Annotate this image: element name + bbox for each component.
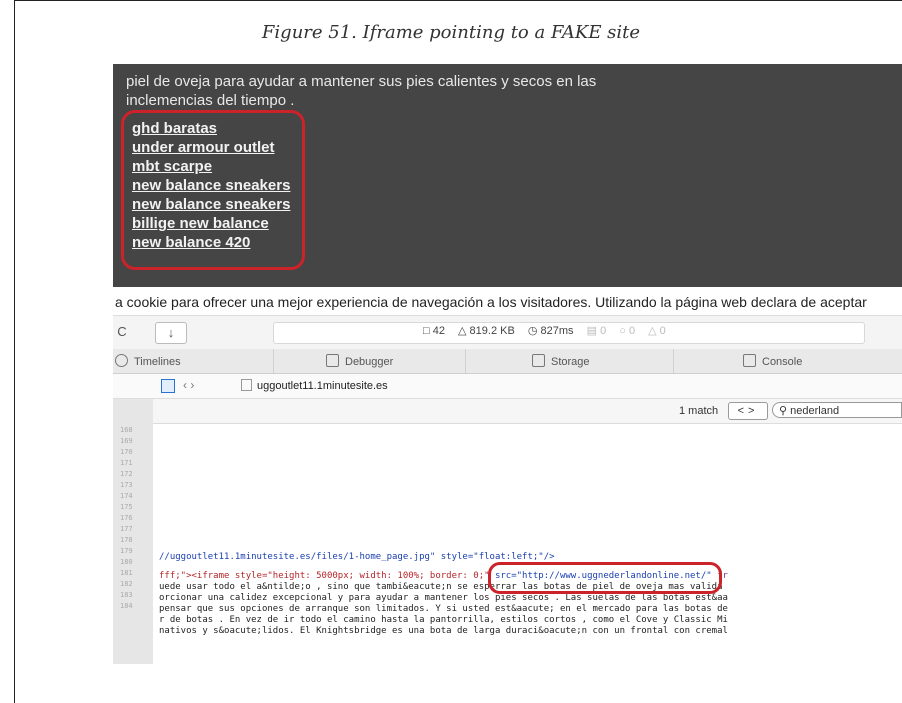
load-time: ◷ 827ms [527,325,574,337]
line-number: 170 [120,448,133,456]
source-code: 168 169 170 171 172 173 174 175 176 177 … [120,424,902,664]
clock-icon [115,354,128,367]
figure-caption: Figure 51. Iframe pointing to a FAKE sit… [261,22,641,43]
page-text-line: piel de oveja para ayudar a mantener sus… [126,73,597,90]
code-line-img: //uggoutlet11.1minutesite.es/files/1-hom… [159,552,555,562]
line-number: 174 [120,492,133,500]
code-line: nativos y s&oacute;lidos. El Knightsbrid… [159,626,728,636]
search-icon: ⚲ [779,405,791,417]
line-number: 179 [120,547,133,555]
warning-count: △ 0 [648,325,666,337]
line-number: 184 [120,602,133,610]
code-line: orcionar una calidez excepcional y para … [159,593,728,603]
line-number: 173 [120,481,133,489]
resources-size: △ 819.2 KB [458,325,515,337]
line-number: 168 [120,426,133,434]
line-number: 177 [120,525,133,533]
tab-storage[interactable]: Storage [532,354,590,368]
highlight-ring-links [121,110,305,270]
line-number: 183 [120,591,133,599]
line-number: 171 [120,459,133,467]
devtools-toolbar: C ↓ □ 42 △ 819.2 KB ◷ 827ms ▤ 0 ○ 0 △ 0 [113,315,902,350]
line-number: 180 [120,558,133,566]
activity-stats: □ 42 △ 819.2 KB ◷ 827ms ▤ 0 ○ 0 △ 0 [423,324,676,337]
line-number: 175 [120,503,133,511]
find-bar: 1 match <> ⚲ nederland [153,399,902,424]
error-count: ○ 0 [619,325,636,337]
resource-domain[interactable]: uggoutlet11.1minutesite.es [241,379,388,392]
resources-count: □ 42 [423,325,445,337]
debugger-icon [326,354,339,367]
tab-timelines[interactable]: Timelines [115,354,181,368]
source-address-bar: ‹ › uggoutlet11.1minutesite.es [113,374,902,399]
reload-icon[interactable]: C [113,322,131,342]
page-text-line: inclemencias del tiempo . [126,92,295,109]
match-count: 1 match [679,405,719,417]
download-icon[interactable]: ↓ [155,322,187,344]
navigation-arrows[interactable]: ‹ › [183,378,194,392]
search-input[interactable]: ⚲ nederland [772,402,902,418]
log-count: ▤ 0 [586,325,607,337]
prev-next-buttons[interactable]: <> [728,402,768,420]
code-line: r de botas . En vez de ir todo el camino… [159,615,728,625]
tab-console[interactable]: Console [743,354,802,368]
cookie-notice: a cookie para ofrecer una mejor experien… [113,290,902,314]
tab-divider [273,349,274,373]
devtools-tabs: Timelines Debugger Storage Console [113,349,902,374]
line-number: 176 [120,514,133,522]
tab-divider [465,349,466,373]
tab-debugger[interactable]: Debugger [326,354,393,368]
storage-icon [532,354,545,367]
webpage-content: piel de oveja para ayudar a mantener sus… [113,64,902,287]
code-line: pensar que sus opciones de arranque son … [159,604,728,614]
console-icon [743,354,756,367]
line-number: 182 [120,580,133,588]
highlight-ring-src [488,562,722,594]
file-icon [241,379,252,391]
page-paragraph: piel de oveja para ayudar a mantener sus… [126,72,596,110]
line-number: 178 [120,536,133,544]
tab-divider [673,349,674,373]
line-number: 169 [120,437,133,445]
line-number: 172 [120,470,133,478]
line-number: 181 [120,569,133,577]
sidebar-toggle-icon[interactable] [161,379,175,393]
